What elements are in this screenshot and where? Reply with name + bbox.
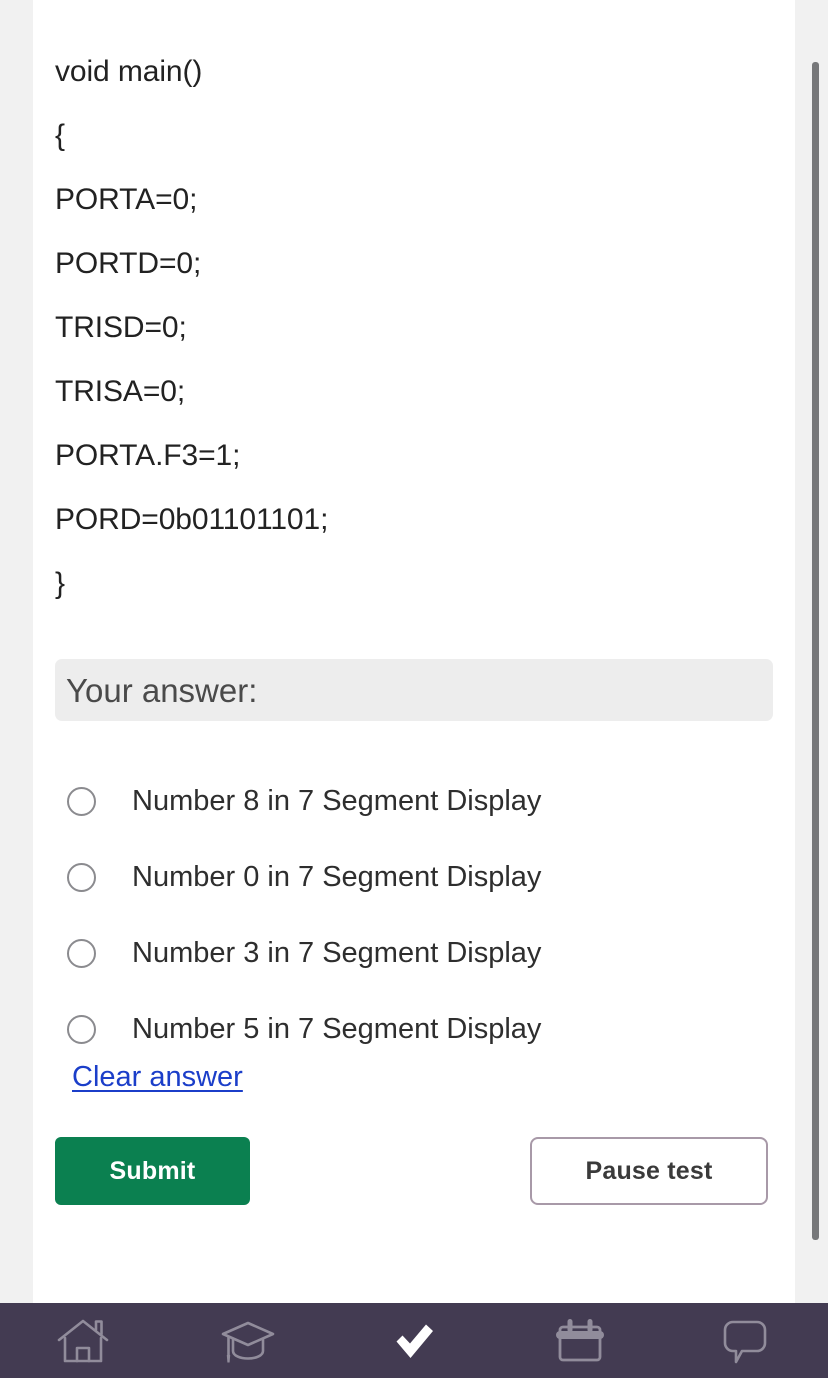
answer-options-group: Number 8 in 7 Segment Display Number 0 i… bbox=[55, 763, 773, 1067]
answer-option-label: Number 8 in 7 Segment Display bbox=[132, 784, 542, 817]
your-answer-banner: Your answer: bbox=[55, 659, 773, 721]
answer-option-label: Number 5 in 7 Segment Display bbox=[132, 1012, 542, 1045]
nav-item-tests[interactable] bbox=[331, 1303, 497, 1378]
nav-item-home[interactable] bbox=[0, 1303, 166, 1378]
app-root: void main() { PORTA=0; PORTD=0; TRISD=0;… bbox=[0, 0, 828, 1378]
question-content-card: void main() { PORTA=0; PORTD=0; TRISD=0;… bbox=[33, 0, 795, 1303]
check-icon bbox=[386, 1317, 442, 1365]
code-line: PORTD=0; bbox=[55, 247, 202, 280]
radio-button-icon[interactable] bbox=[67, 1014, 96, 1044]
code-line: PORD=0b01101101; bbox=[55, 503, 329, 536]
your-answer-label: Your answer: bbox=[66, 671, 258, 709]
clear-answer-link[interactable]: Clear answer bbox=[72, 1061, 243, 1094]
code-line: TRISA=0; bbox=[55, 375, 186, 408]
pause-test-button[interactable]: Pause test bbox=[530, 1137, 768, 1205]
code-line: void main() bbox=[55, 55, 203, 88]
action-buttons-row: Submit Pause test bbox=[55, 1137, 773, 1205]
answer-option-3[interactable]: Number 3 in 7 Segment Display bbox=[55, 915, 773, 991]
code-line: PORTA=0; bbox=[55, 183, 198, 216]
vertical-scrollbar-track[interactable] bbox=[810, 0, 820, 1303]
radio-button-icon[interactable] bbox=[67, 938, 96, 968]
home-icon bbox=[56, 1317, 110, 1365]
nav-item-messages[interactable] bbox=[662, 1303, 828, 1378]
clear-answer-container: Clear answer bbox=[55, 1061, 773, 1094]
answer-option-4[interactable]: Number 5 in 7 Segment Display bbox=[55, 991, 773, 1067]
code-line: { bbox=[55, 119, 65, 152]
vertical-scrollbar-thumb[interactable] bbox=[812, 62, 819, 1240]
chat-bubble-icon bbox=[719, 1316, 771, 1366]
code-line: } bbox=[55, 567, 65, 600]
graduation-cap-icon bbox=[220, 1317, 276, 1365]
answer-option-2[interactable]: Number 0 in 7 Segment Display bbox=[55, 839, 773, 915]
nav-item-calendar[interactable] bbox=[497, 1303, 663, 1378]
radio-button-icon[interactable] bbox=[67, 862, 96, 892]
code-snippet: void main() { PORTA=0; PORTD=0; TRISD=0;… bbox=[55, 30, 773, 616]
answer-option-1[interactable]: Number 8 in 7 Segment Display bbox=[55, 763, 773, 839]
code-line: PORTA.F3=1; bbox=[55, 439, 241, 472]
nav-item-courses[interactable] bbox=[166, 1303, 332, 1378]
code-line: TRISD=0; bbox=[55, 311, 187, 344]
radio-button-icon[interactable] bbox=[67, 786, 96, 816]
answer-option-label: Number 3 in 7 Segment Display bbox=[132, 936, 542, 969]
submit-button[interactable]: Submit bbox=[55, 1137, 250, 1205]
calendar-icon bbox=[554, 1317, 606, 1365]
answer-option-label: Number 0 in 7 Segment Display bbox=[132, 860, 542, 893]
bottom-navigation-bar bbox=[0, 1303, 828, 1378]
